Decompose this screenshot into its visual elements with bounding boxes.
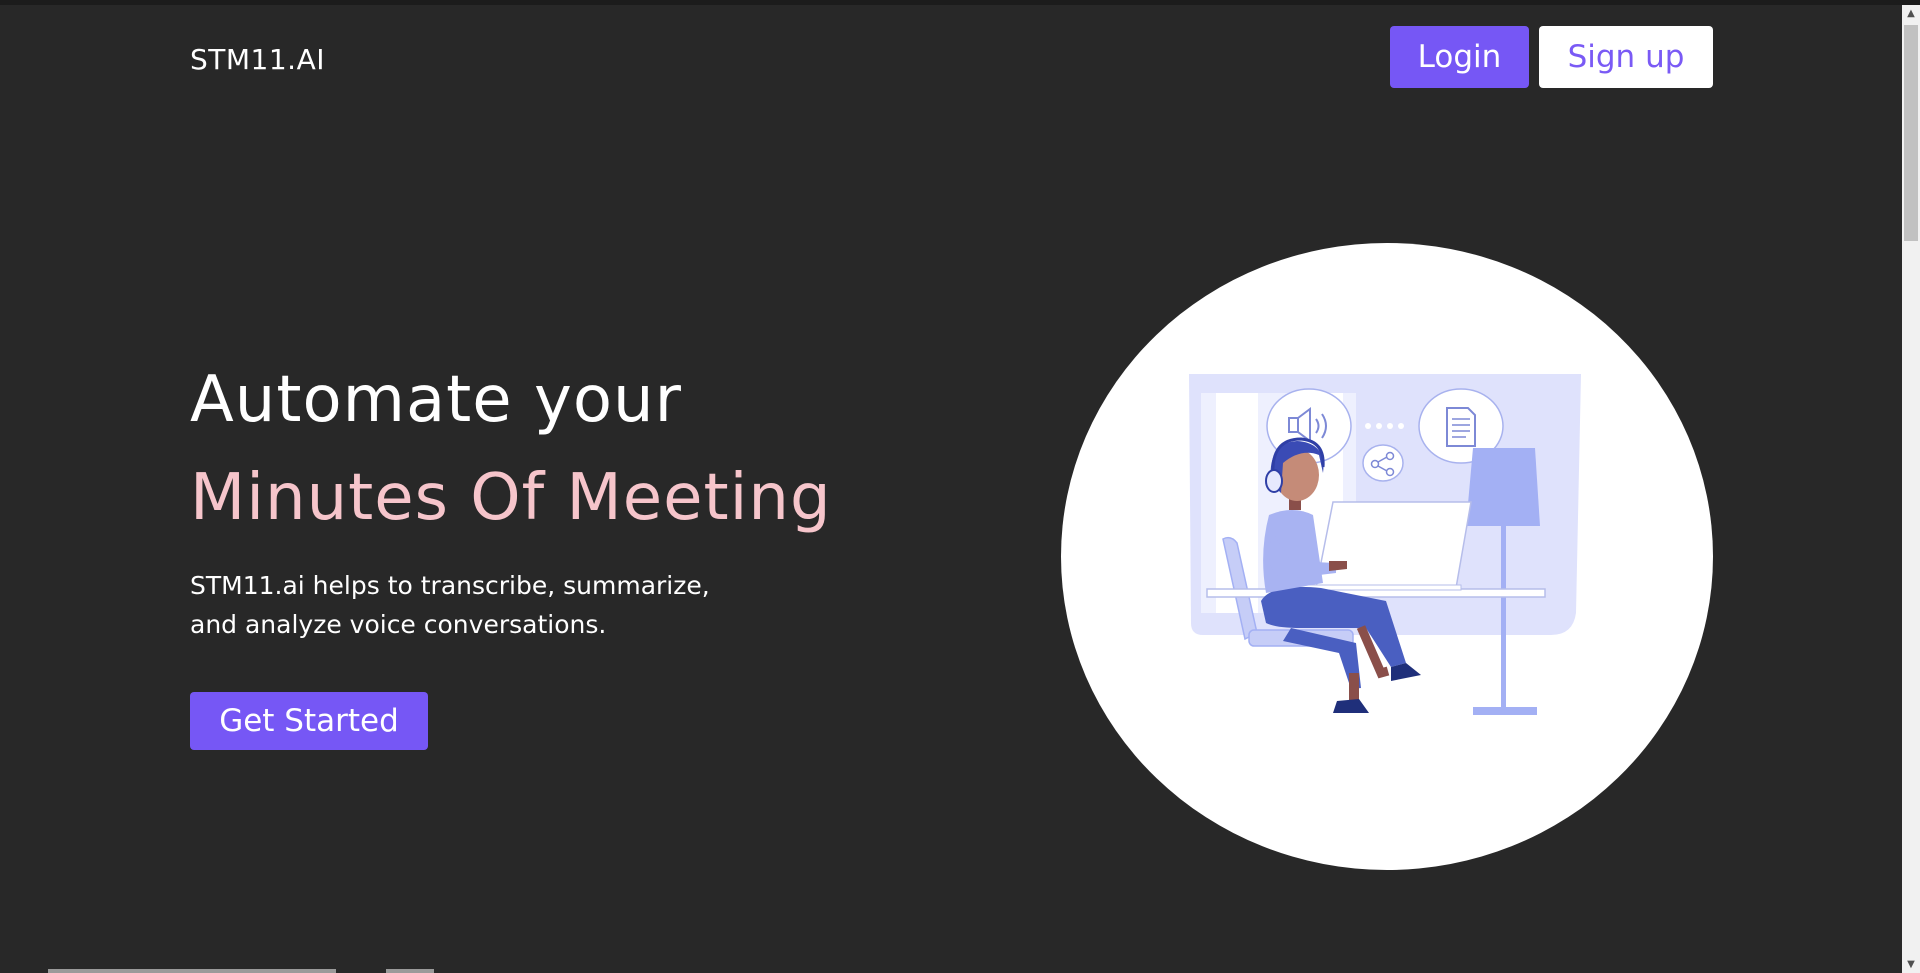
landing-page: STM11.AI Login Sign up Automate your Min… bbox=[0, 5, 1902, 973]
meeting-illustration bbox=[1189, 374, 1581, 715]
hero-description: STM11.ai helps to transcribe, summarize,… bbox=[190, 566, 750, 644]
signup-button[interactable]: Sign up bbox=[1539, 26, 1713, 88]
scroll-up-arrow-icon[interactable]: ▲ bbox=[1902, 5, 1920, 22]
scroll-down-arrow-icon[interactable]: ▼ bbox=[1902, 956, 1920, 973]
vertical-scrollbar[interactable]: ▲ ▼ bbox=[1902, 5, 1920, 973]
hero-description-line1: STM11.ai helps to transcribe, summarize, bbox=[190, 571, 710, 600]
get-started-button[interactable]: Get Started bbox=[190, 692, 428, 750]
hero-title-line1: Automate your bbox=[190, 363, 682, 437]
hero-description-line2: and analyze voice conversations. bbox=[190, 610, 607, 639]
scroll-thumb[interactable] bbox=[1904, 25, 1918, 241]
hero-title-highlight: Minutes Of Meeting bbox=[190, 461, 832, 535]
bottom-taskbar-fragment bbox=[48, 969, 336, 973]
login-button[interactable]: Login bbox=[1390, 26, 1529, 88]
bottom-taskbar-fragment-2 bbox=[386, 969, 434, 973]
hero-illustration bbox=[1061, 243, 1713, 870]
brand-logo-text[interactable]: STM11.AI bbox=[190, 42, 325, 78]
share-icon bbox=[1362, 444, 1404, 482]
